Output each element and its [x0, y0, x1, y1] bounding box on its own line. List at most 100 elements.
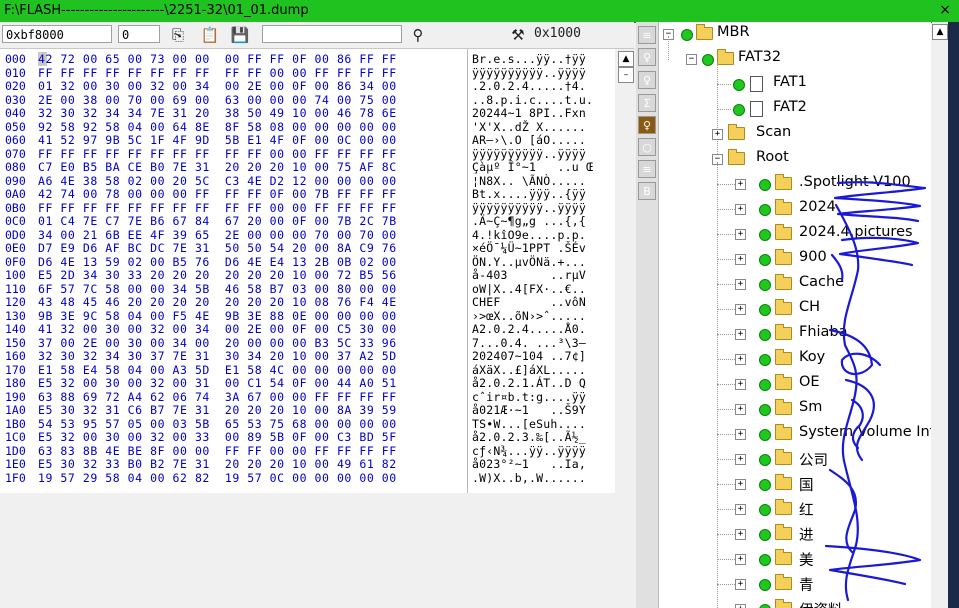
status-dot-icon — [733, 79, 745, 91]
folder-icon — [775, 524, 792, 540]
goto-value[interactable]: 0x1000 — [534, 26, 581, 41]
copy-icon[interactable]: ⎘ — [168, 25, 188, 45]
folder-icon — [775, 374, 792, 390]
status-dot-icon — [759, 429, 771, 441]
row-hex-bytes[interactable]: 19 57 29 58 04 00 62 82 19 57 0C 00 00 0… — [38, 471, 397, 486]
expand-icon[interactable]: + — [735, 204, 746, 215]
expand-icon[interactable]: + — [735, 329, 746, 340]
expand-icon[interactable]: + — [735, 304, 746, 315]
tree-line — [668, 36, 670, 60]
expand-icon[interactable]: + — [735, 404, 746, 415]
folder-icon — [775, 574, 792, 590]
folder-icon — [775, 399, 792, 415]
expand-icon[interactable]: + — [735, 554, 746, 565]
expand-icon[interactable]: + — [735, 354, 746, 365]
circle-icon[interactable]: ○ — [638, 138, 656, 156]
collapse-icon[interactable]: − — [686, 54, 697, 65]
tools-icon[interactable]: ⚒ — [508, 25, 528, 45]
expand-icon[interactable]: + — [735, 229, 746, 240]
folder-icon — [775, 299, 792, 315]
tree-line — [717, 284, 737, 286]
tree-label: 2024 — [799, 199, 836, 215]
tree-line — [717, 234, 737, 236]
folder-icon — [775, 349, 792, 365]
marker2-icon[interactable]: ♀ — [638, 71, 656, 89]
offset-input[interactable]: 0 — [118, 25, 160, 43]
folder-icon — [717, 49, 734, 65]
tree-line — [717, 434, 737, 436]
tree-line — [717, 409, 737, 411]
sigma-icon[interactable]: Σ — [638, 94, 656, 112]
expand-icon[interactable]: + — [712, 129, 723, 140]
tree-line — [717, 184, 737, 186]
folder-icon — [775, 199, 792, 215]
tree-scroll-up-icon[interactable]: ▲ — [932, 24, 948, 40]
tree-label: 青 — [799, 578, 814, 594]
tree-line — [717, 334, 737, 336]
status-dot-icon — [759, 279, 771, 291]
active-marker-icon[interactable]: ♀ — [638, 116, 656, 134]
close-icon[interactable]: × — [939, 2, 951, 18]
ascii-divider — [467, 49, 468, 493]
tree-label: FAT1 — [773, 74, 807, 90]
status-dot-icon — [759, 204, 771, 216]
tree-label: FAT32 — [738, 49, 782, 65]
file-icon — [750, 101, 763, 117]
tree-label: Fhiaba — [799, 324, 848, 340]
expand-icon[interactable]: + — [735, 454, 746, 465]
status-dot-icon — [759, 504, 771, 516]
hex-scrollbar[interactable]: ▲ – — [618, 49, 634, 493]
expand-icon[interactable]: + — [735, 429, 746, 440]
status-dot-icon — [681, 29, 693, 41]
scroll-up-icon[interactable]: ▲ — [618, 51, 634, 67]
tree-line — [717, 209, 737, 211]
expand-icon[interactable]: + — [735, 379, 746, 390]
address-input[interactable]: 0xbf8000 — [2, 25, 112, 43]
tool-strip: ≡ ♀ ♀ Σ ♀ ○ ≡ B — [636, 22, 659, 608]
paste-icon[interactable]: 📋 — [200, 25, 220, 45]
folder-icon — [775, 549, 792, 565]
expand-icon[interactable]: + — [735, 279, 746, 290]
tree-line — [717, 359, 737, 361]
expand-icon[interactable]: + — [735, 179, 746, 190]
tree-line — [717, 84, 731, 86]
status-dot-icon — [759, 254, 771, 266]
tree-label: System Volume Information — [799, 424, 931, 440]
b-icon[interactable]: B — [638, 182, 656, 200]
hex-view[interactable]: 000 42 72 00 65 00 73 00 00 00 FF FF 0F 0… — [0, 49, 615, 493]
lines-icon[interactable]: ≡ — [638, 160, 656, 178]
search-input[interactable] — [262, 25, 402, 43]
expand-icon[interactable]: + — [735, 579, 746, 590]
expand-icon[interactable]: + — [735, 479, 746, 490]
tree-line — [717, 484, 737, 486]
tree-label: 900 — [799, 249, 827, 265]
expand-icon[interactable]: + — [735, 254, 746, 265]
tree-label: Scan — [756, 124, 792, 140]
tree-line — [717, 584, 737, 586]
save-icon[interactable]: 💾 — [230, 25, 250, 45]
tree-label: 红 — [799, 503, 814, 519]
tree-label: 美 — [799, 553, 814, 569]
expand-icon[interactable]: + — [735, 529, 746, 540]
expand-icon[interactable]: + — [735, 604, 746, 608]
list-icon[interactable]: ≡ — [638, 26, 656, 44]
tree-line — [717, 384, 737, 386]
row-ascii[interactable]: .W)X..b‚.W...... — [472, 471, 586, 486]
folder-icon — [728, 124, 745, 140]
marker-icon[interactable]: ♀ — [638, 48, 656, 66]
tree-line — [717, 509, 737, 511]
binoculars-icon[interactable]: ⚲ — [408, 25, 428, 45]
tree-label: 伊资料 — [799, 599, 843, 608]
tree-scrollbar[interactable]: ▲ — [932, 22, 948, 608]
scroll-thumb[interactable]: – — [618, 67, 634, 83]
tree-label: .Spotlight-V100 — [799, 174, 911, 190]
status-dot-icon — [733, 104, 745, 116]
status-dot-icon — [759, 329, 771, 341]
tree-label: 进 — [799, 528, 814, 544]
status-dot-icon — [759, 304, 771, 316]
window-title: F:\FLASH----------------------\2251-32\0… — [4, 3, 309, 18]
tree-line — [717, 534, 737, 536]
tree-label: Sm — [799, 399, 823, 415]
status-dot-icon — [759, 554, 771, 566]
expand-icon[interactable]: + — [735, 504, 746, 515]
